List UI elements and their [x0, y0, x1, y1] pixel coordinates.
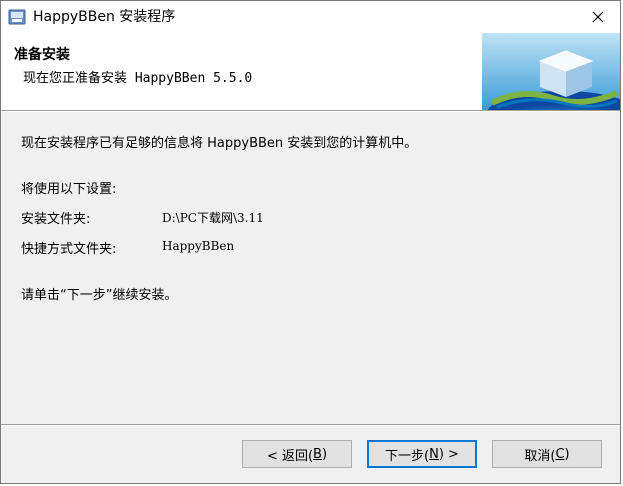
- shortcut-folder-value: HappyBBen: [162, 239, 235, 253]
- footer-divider: [1, 424, 620, 426]
- next-button[interactable]: 下一步(N) >: [367, 440, 477, 468]
- back-button-accesskey: B: [313, 446, 322, 462]
- back-button[interactable]: < 返回(B): [242, 440, 352, 468]
- install-folder-value: D:\PC下载网\3.11: [162, 211, 264, 225]
- install-folder-label: 安装文件夹:: [21, 212, 91, 227]
- window-title: HappyBBen 安装程序: [33, 9, 176, 25]
- content-area: 现在安装程序已有足够的信息将 HappyBBen 安装到您的计算机中。 将使用以…: [1, 112, 620, 424]
- intro-text: 现在安装程序已有足够的信息将 HappyBBen 安装到您的计算机中。: [21, 136, 418, 151]
- next-button-label: 下一步(: [385, 448, 430, 464]
- close-icon: [592, 8, 604, 27]
- back-button-label: < 返回(: [266, 448, 314, 464]
- next-button-label-end: ) >: [438, 446, 459, 462]
- setup-cube-banner: [482, 33, 623, 135]
- shortcut-folder-label: 快捷方式文件夹:: [21, 242, 117, 257]
- instruction-text: 请单击“下一步”继续安装。: [21, 288, 178, 303]
- cancel-button[interactable]: 取消(C): [492, 440, 602, 468]
- next-button-accesskey: N: [429, 446, 439, 462]
- title-bar[interactable]: HappyBBen 安装程序: [1, 1, 620, 33]
- settings-heading: 将使用以下设置:: [21, 182, 117, 197]
- installer-window: HappyBBen 安装程序 准备安装 现在您正准备安装 HappyBBen 5…: [0, 0, 623, 484]
- cancel-button-accesskey: C: [555, 446, 565, 462]
- close-button[interactable]: [576, 1, 620, 33]
- back-button-label-end: ): [321, 446, 328, 462]
- page-subtitle: 现在您正准备安装 HappyBBen 5.5.0: [23, 71, 253, 86]
- page-header: 准备安装 现在您正准备安装 HappyBBen 5.5.0: [1, 33, 623, 135]
- page-title: 准备安装: [14, 47, 70, 63]
- cancel-button-label: 取消(: [524, 448, 556, 464]
- cancel-button-label-end: ): [564, 446, 570, 462]
- installer-app-icon: [8, 8, 26, 26]
